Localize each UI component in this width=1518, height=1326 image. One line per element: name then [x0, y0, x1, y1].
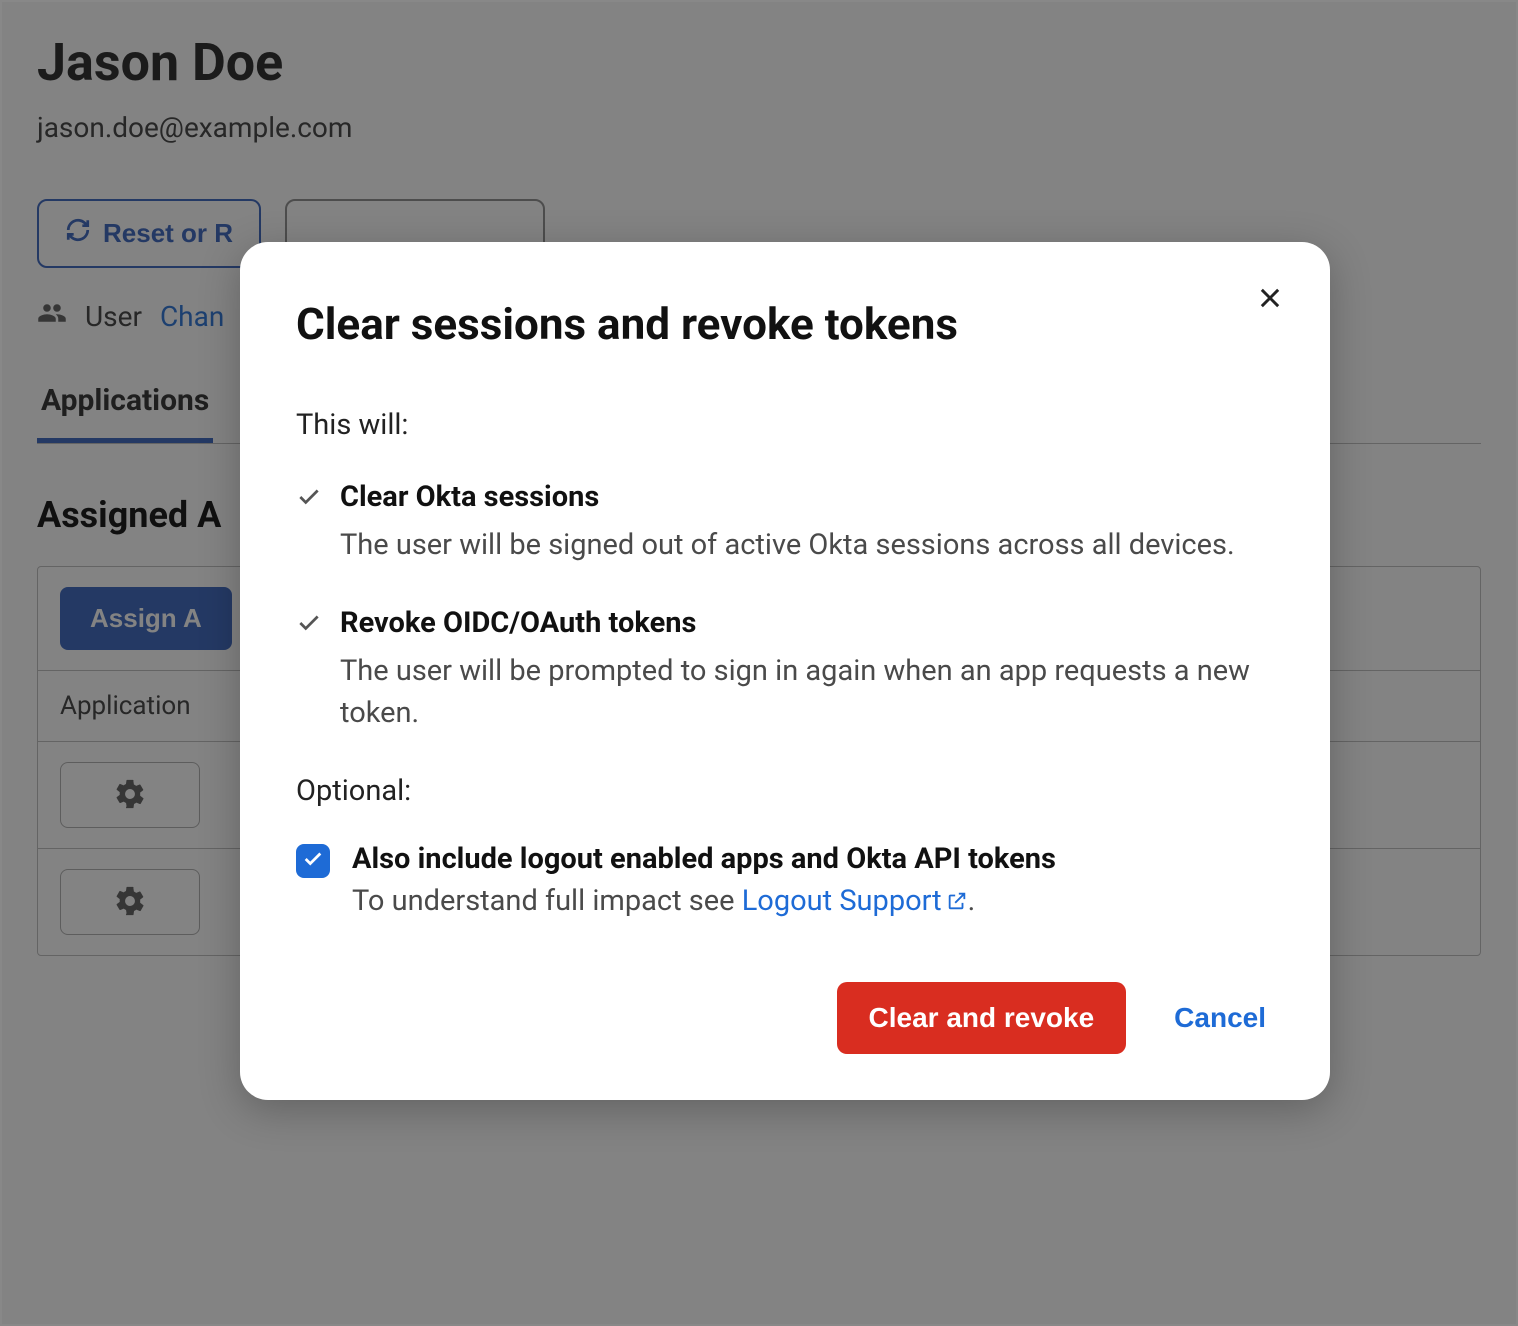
logout-support-link[interactable]: Logout Support [742, 884, 968, 918]
check-icon [296, 610, 322, 734]
include-logout-checkbox[interactable] [296, 844, 330, 878]
clear-and-revoke-button[interactable]: Clear and revoke [837, 982, 1127, 1054]
action-item-desc: The user will be signed out of active Ok… [340, 524, 1235, 566]
action-item-title: Clear Okta sessions [340, 480, 1235, 514]
clear-sessions-modal: Clear sessions and revoke tokens This wi… [240, 242, 1330, 1100]
option-row: Also include logout enabled apps and Okt… [296, 842, 1274, 920]
option-title: Also include logout enabled apps and Okt… [352, 842, 1056, 876]
external-link-icon [946, 886, 968, 920]
close-button[interactable] [1252, 282, 1288, 318]
cancel-button[interactable]: Cancel [1174, 1002, 1274, 1034]
modal-title: Clear sessions and revoke tokens [296, 298, 1274, 350]
action-item-revoke-tokens: Revoke OIDC/OAuth tokens The user will b… [296, 606, 1274, 734]
option-desc: To understand full impact see Logout Sup… [352, 884, 1056, 920]
action-item-title: Revoke OIDC/OAuth tokens [340, 606, 1274, 640]
action-item-desc: The user will be prompted to sign in aga… [340, 650, 1274, 734]
check-icon [296, 484, 322, 566]
action-item-clear-sessions: Clear Okta sessions The user will be sig… [296, 480, 1274, 566]
optional-label: Optional: [296, 774, 1274, 808]
close-icon [1256, 284, 1284, 316]
checkmark-icon [302, 848, 324, 874]
modal-intro: This will: [296, 408, 1274, 442]
